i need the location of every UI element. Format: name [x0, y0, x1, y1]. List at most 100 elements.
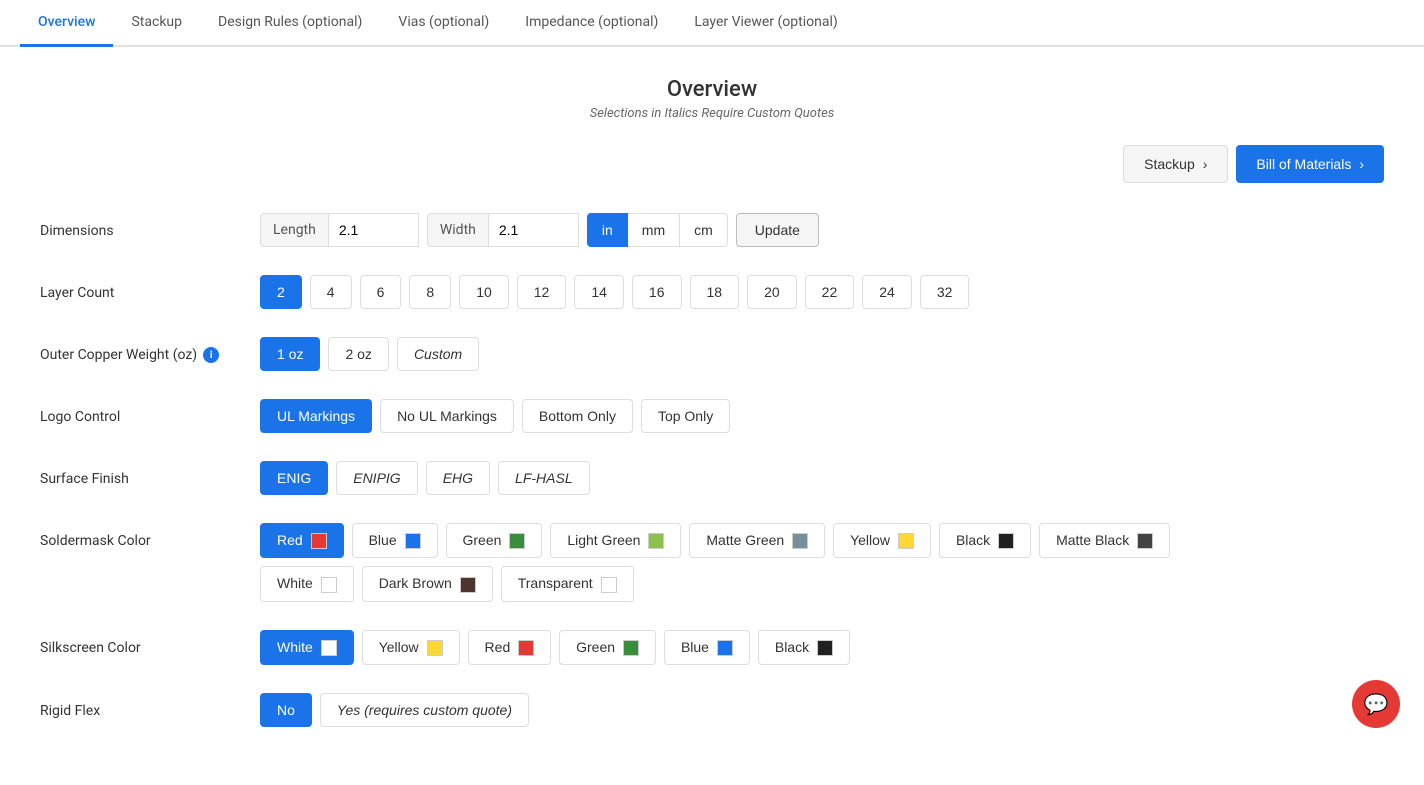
- layer-16[interactable]: 16: [632, 275, 682, 309]
- soldermask-dark-brown[interactable]: Dark Brown: [362, 566, 493, 601]
- finish-enipig[interactable]: ENIPIG: [336, 461, 417, 495]
- unit-cm[interactable]: cm: [680, 213, 728, 247]
- unit-in[interactable]: in: [587, 213, 628, 247]
- silkscreen-color-label: Silkscreen Color: [40, 630, 260, 656]
- finish-enig[interactable]: ENIG: [260, 461, 328, 495]
- logo-control-row: Logo Control UL Markings No UL Markings …: [40, 399, 1384, 433]
- dimensions-controls: Length Width in mm cm Update: [260, 213, 1384, 247]
- tab-layer-viewer[interactable]: Layer Viewer (optional): [676, 0, 855, 47]
- length-input-group: Length: [260, 213, 419, 247]
- layer-32[interactable]: 32: [920, 275, 970, 309]
- logo-control-controls: UL Markings No UL Markings Bottom Only T…: [260, 399, 1384, 433]
- soldermask-row2: White Dark Brown Transparent: [260, 566, 1170, 601]
- rigid-flex-controls: No Yes (requires custom quote): [260, 693, 1384, 727]
- rigid-flex-yes[interactable]: Yes (requires custom quote): [320, 693, 529, 727]
- dimensions-row: Dimensions Length Width in mm cm Update: [40, 213, 1384, 247]
- bom-label: Bill of Materials: [1256, 156, 1351, 172]
- outer-copper-label: Outer Copper Weight (oz) i: [40, 337, 260, 363]
- silkscreen-yellow[interactable]: Yellow: [362, 630, 460, 665]
- soldermask-transparent[interactable]: Transparent: [501, 566, 634, 601]
- bom-button[interactable]: Bill of Materials ›: [1236, 145, 1384, 183]
- copper-2oz[interactable]: 2 oz: [328, 337, 388, 371]
- silkscreen-black[interactable]: Black: [758, 630, 850, 665]
- logo-no-ul-markings[interactable]: No UL Markings: [380, 399, 514, 433]
- info-icon[interactable]: i: [203, 347, 219, 363]
- finish-lf-hasl[interactable]: LF-HASL: [498, 461, 590, 495]
- silkscreen-blue[interactable]: Blue: [664, 630, 750, 665]
- stackup-button[interactable]: Stackup ›: [1123, 145, 1228, 183]
- surface-finish-row: Surface Finish ENIG ENIPIG EHG LF-HASL: [40, 461, 1384, 495]
- chevron-right-icon: ›: [1359, 156, 1364, 172]
- page-subtitle: Selections in Italics Require Custom Quo…: [40, 106, 1384, 121]
- soldermask-red[interactable]: Red: [260, 523, 344, 558]
- width-input[interactable]: [489, 213, 579, 247]
- silkscreen-color-controls: White Yellow Red Green Blue Black: [260, 630, 1384, 665]
- logo-ul-markings[interactable]: UL Markings: [260, 399, 372, 433]
- copper-custom[interactable]: Custom: [397, 337, 479, 371]
- logo-top-only[interactable]: Top Only: [641, 399, 730, 433]
- layer-18[interactable]: 18: [690, 275, 740, 309]
- layer-22[interactable]: 22: [805, 275, 855, 309]
- logo-bottom-only[interactable]: Bottom Only: [522, 399, 633, 433]
- page-title: Overview: [40, 77, 1384, 102]
- outer-copper-row: Outer Copper Weight (oz) i 1 oz 2 oz Cus…: [40, 337, 1384, 371]
- length-input[interactable]: [329, 213, 419, 247]
- layer-12[interactable]: 12: [517, 275, 567, 309]
- layer-count-label: Layer Count: [40, 275, 260, 301]
- tab-bar: Overview Stackup Design Rules (optional)…: [0, 0, 1424, 47]
- copper-1oz[interactable]: 1 oz: [260, 337, 320, 371]
- soldermask-light-green[interactable]: Light Green: [550, 523, 681, 558]
- chat-icon: 💬: [1364, 692, 1389, 717]
- tab-overview[interactable]: Overview: [20, 0, 113, 47]
- soldermask-color-controls: Red Blue Green Light Green Matte Green Y…: [260, 523, 1170, 602]
- soldermask-white[interactable]: White: [260, 566, 354, 601]
- layer-24[interactable]: 24: [862, 275, 912, 309]
- outer-copper-controls: 1 oz 2 oz Custom: [260, 337, 1384, 371]
- chat-button[interactable]: 💬: [1352, 680, 1400, 728]
- outer-copper-text: Outer Copper Weight (oz): [40, 347, 197, 363]
- soldermask-green[interactable]: Green: [446, 523, 543, 558]
- soldermask-matte-black[interactable]: Matte Black: [1039, 523, 1170, 558]
- surface-finish-label: Surface Finish: [40, 461, 260, 487]
- soldermask-color-label: Soldermask Color: [40, 523, 260, 549]
- finish-ehg[interactable]: EHG: [426, 461, 490, 495]
- tab-design-rules[interactable]: Design Rules (optional): [200, 0, 380, 47]
- top-actions: Stackup › Bill of Materials ›: [40, 145, 1384, 183]
- soldermask-yellow[interactable]: Yellow: [833, 523, 931, 558]
- layer-10[interactable]: 10: [459, 275, 509, 309]
- update-button[interactable]: Update: [736, 213, 819, 247]
- soldermask-matte-green[interactable]: Matte Green: [689, 523, 825, 558]
- length-label: Length: [260, 213, 329, 247]
- layer-count-row: Layer Count 2 4 6 8 10 12 14 16 18 20 22…: [40, 275, 1384, 309]
- soldermask-blue[interactable]: Blue: [352, 523, 438, 558]
- stackup-label: Stackup: [1144, 156, 1195, 172]
- tab-impedance[interactable]: Impedance (optional): [507, 0, 676, 47]
- silkscreen-green[interactable]: Green: [559, 630, 656, 665]
- tab-stackup[interactable]: Stackup: [113, 0, 200, 47]
- width-label: Width: [427, 213, 489, 247]
- layer-6[interactable]: 6: [360, 275, 402, 309]
- layer-14[interactable]: 14: [574, 275, 624, 309]
- layer-8[interactable]: 8: [409, 275, 451, 309]
- width-input-group: Width: [427, 213, 579, 247]
- unit-mm[interactable]: mm: [628, 213, 680, 247]
- surface-finish-controls: ENIG ENIPIG EHG LF-HASL: [260, 461, 1384, 495]
- soldermask-row1: Red Blue Green Light Green Matte Green Y…: [260, 523, 1170, 558]
- silkscreen-white[interactable]: White: [260, 630, 354, 665]
- layer-4[interactable]: 4: [310, 275, 352, 309]
- tab-vias[interactable]: Vias (optional): [380, 0, 507, 47]
- rigid-flex-row: Rigid Flex No Yes (requires custom quote…: [40, 693, 1384, 727]
- layer-2[interactable]: 2: [260, 275, 302, 309]
- dimensions-label: Dimensions: [40, 213, 260, 239]
- rigid-flex-no[interactable]: No: [260, 693, 312, 727]
- chevron-right-icon: ›: [1203, 156, 1208, 172]
- layer-20[interactable]: 20: [747, 275, 797, 309]
- layer-count-controls: 2 4 6 8 10 12 14 16 18 20 22 24 32: [260, 275, 1384, 309]
- logo-control-label: Logo Control: [40, 399, 260, 425]
- rigid-flex-label: Rigid Flex: [40, 693, 260, 719]
- silkscreen-red[interactable]: Red: [468, 630, 552, 665]
- soldermask-color-row: Soldermask Color Red Blue Green Light Gr…: [40, 523, 1384, 602]
- soldermask-black[interactable]: Black: [939, 523, 1031, 558]
- silkscreen-color-row: Silkscreen Color White Yellow Red Green …: [40, 630, 1384, 665]
- unit-buttons: in mm cm: [587, 213, 728, 247]
